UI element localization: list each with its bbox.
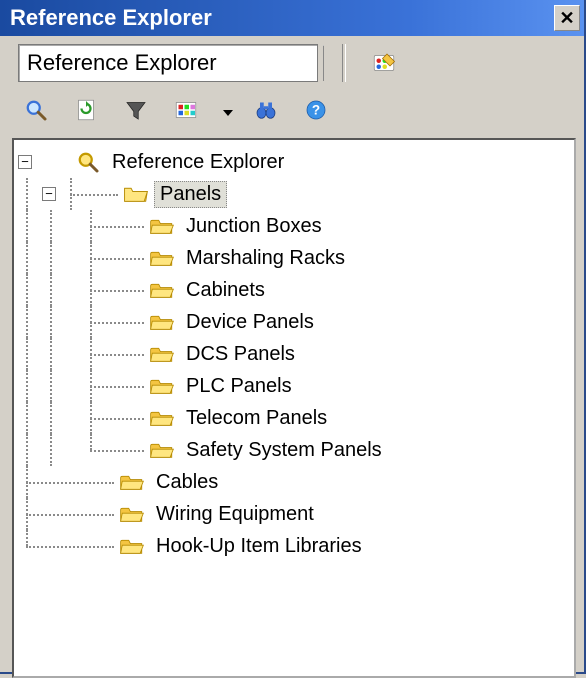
tree-node-label: Hook-Up Item Libraries — [150, 533, 368, 560]
tree-node-label: Telecom Panels — [180, 405, 333, 432]
tree-node-label: Cables — [150, 469, 224, 496]
tree-node-label: Cabinets — [180, 277, 271, 304]
tree-node[interactable]: DCS Panels — [18, 338, 570, 370]
explorer-root-icon — [74, 149, 102, 175]
tree-root-label: Reference Explorer — [106, 149, 290, 176]
folder-icon — [118, 533, 146, 559]
folder-icon — [148, 213, 176, 239]
color-grid-button[interactable] — [168, 92, 208, 128]
tree-node[interactable]: Cables — [18, 466, 570, 498]
help-button[interactable]: ? — [298, 92, 338, 128]
color-grid-icon — [172, 97, 200, 123]
tree-node[interactable]: PLC Panels — [18, 370, 570, 402]
view-selector-input[interactable] — [19, 48, 323, 78]
titlebar: Reference Explorer ✕ — [0, 0, 584, 36]
toolbar-secondary: ? — [0, 88, 584, 134]
folder-icon — [148, 405, 176, 431]
tree-node-panels[interactable]: − Panels — [18, 178, 570, 210]
tree-node[interactable]: Wiring Equipment — [18, 498, 570, 530]
view-selector-combo[interactable] — [18, 44, 318, 82]
tree-node-label: DCS Panels — [180, 341, 301, 368]
folder-icon — [148, 245, 176, 271]
palette-pencil-icon — [370, 50, 398, 76]
svg-text:?: ? — [312, 103, 320, 118]
toolbar-primary — [0, 36, 584, 88]
refresh-doc-icon — [72, 97, 100, 123]
collapse-icon[interactable]: − — [18, 155, 32, 169]
binoculars-icon — [252, 97, 280, 123]
tree-node[interactable]: Cabinets — [18, 274, 570, 306]
tree-node[interactable]: Hook-Up Item Libraries — [18, 530, 570, 562]
folder-icon — [118, 469, 146, 495]
collapse-icon[interactable]: − — [42, 187, 56, 201]
help-icon: ? — [302, 97, 330, 123]
folder-icon — [148, 373, 176, 399]
magnifier-icon — [22, 97, 50, 123]
tree-node-label: PLC Panels — [180, 373, 298, 400]
tree-node-label: Safety System Panels — [180, 437, 388, 464]
tree-node-panels-label: Panels — [154, 181, 227, 208]
folder-icon — [148, 341, 176, 367]
tree-root-node[interactable]: − Reference Explorer — [18, 146, 570, 178]
search-button[interactable] — [18, 92, 58, 128]
tree-node-label: Marshaling Racks — [180, 245, 351, 272]
folder-icon — [118, 501, 146, 527]
folder-icon — [148, 437, 176, 463]
tree-view[interactable]: − Reference Explorer — [12, 138, 576, 678]
filter-button[interactable] — [118, 92, 158, 128]
toolbar-separator — [342, 44, 346, 82]
refresh-button[interactable] — [68, 92, 108, 128]
tree-node[interactable]: Safety System Panels — [18, 434, 570, 466]
folder-icon — [148, 309, 176, 335]
window-title: Reference Explorer — [10, 5, 212, 31]
close-icon: ✕ — [559, 8, 574, 29]
tree-node[interactable]: Telecom Panels — [18, 402, 570, 434]
tree-node[interactable]: Device Panels — [18, 306, 570, 338]
folder-icon — [148, 277, 176, 303]
palette-edit-button[interactable] — [366, 45, 406, 81]
folder-open-icon — [122, 181, 150, 207]
view-selector-dropdown-button[interactable] — [323, 45, 324, 81]
tree-node[interactable]: Marshaling Racks — [18, 242, 570, 274]
find-button[interactable] — [248, 92, 288, 128]
dropdown-more-button[interactable] — [218, 92, 238, 128]
close-button[interactable]: ✕ — [554, 5, 580, 31]
chevron-down-icon — [223, 99, 233, 122]
tree-node-label: Wiring Equipment — [150, 501, 320, 528]
tree-node-label: Device Panels — [180, 309, 320, 336]
tree-node-label: Junction Boxes — [180, 213, 328, 240]
funnel-icon — [122, 97, 150, 123]
tree-node[interactable]: Junction Boxes — [18, 210, 570, 242]
